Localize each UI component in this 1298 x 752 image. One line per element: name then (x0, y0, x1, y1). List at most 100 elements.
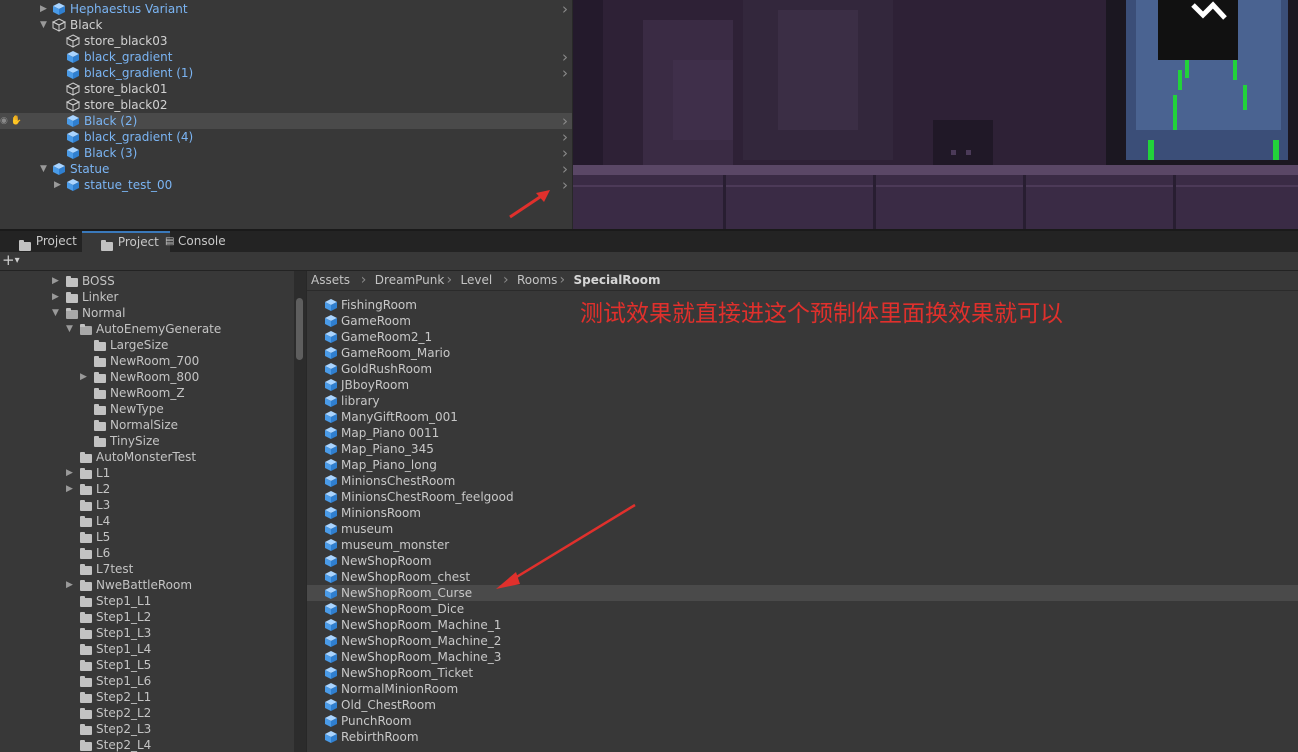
asset-item-label: MinionsChestRoom_feelgood (341, 490, 514, 504)
asset-item[interactable]: NormalMinionRoom (307, 681, 1298, 697)
folder-icon (94, 356, 106, 367)
chevron-right-icon[interactable]: › (562, 65, 568, 81)
tab-project-1[interactable]: Project (0, 231, 86, 252)
expand-open-icon[interactable]: ▼ (52, 305, 59, 321)
gameobject-cube-icon (65, 34, 81, 48)
asset-item[interactable]: MinionsChestRoom_feelgood (307, 489, 1298, 505)
asset-item[interactable]: RebirthRoom (307, 729, 1298, 745)
annotation-arrow-top (509, 190, 550, 219)
expand-closed-icon[interactable]: ▶ (80, 369, 87, 385)
hierarchy-item[interactable]: ▶ Hephaestus Variant › (0, 1, 572, 17)
tab-console[interactable]: ▤ Console (162, 231, 258, 252)
expand-open-icon[interactable]: ▼ (66, 321, 73, 337)
asset-item[interactable]: library (307, 393, 1298, 409)
prefab-cube-icon (324, 362, 338, 376)
expand-closed-icon[interactable]: ▶ (52, 289, 59, 305)
hierarchy-item-label: Hephaestus Variant (70, 2, 188, 16)
visibility-icon[interactable]: ◉ ✋ (0, 113, 22, 129)
asset-item[interactable]: museum (307, 521, 1298, 537)
asset-item[interactable]: museum_monster (307, 537, 1298, 553)
hierarchy-item[interactable]: store_black01 (0, 81, 572, 97)
asset-item[interactable]: Map_Piano 0011 (307, 425, 1298, 441)
asset-item[interactable]: PunchRoom (307, 713, 1298, 729)
expand-closed-icon[interactable]: ▶ (66, 577, 73, 593)
hierarchy-item[interactable]: ▶ statue_test_00 › (0, 177, 572, 193)
breadcrumb-item[interactable]: Level (461, 271, 493, 290)
folder-label: Linker (82, 290, 119, 304)
asset-item[interactable]: NewShopRoom_chest (307, 569, 1298, 585)
breadcrumb-item[interactable]: DreamPunk (375, 271, 445, 290)
breadcrumb-item[interactable]: SpecialRoom (574, 271, 661, 290)
asset-item[interactable]: Map_Piano_long (307, 457, 1298, 473)
tab-project-2[interactable]: Project (82, 231, 170, 254)
breadcrumb-item[interactable]: Assets (311, 271, 350, 290)
expand-closed-icon[interactable]: ▶ (40, 1, 47, 17)
prefab-cube-icon (324, 410, 338, 424)
asset-item[interactable]: GoldRushRoom (307, 361, 1298, 377)
tab-label: Project (35, 234, 77, 248)
folder-icon (80, 692, 92, 703)
asset-item-label: GameRoom (341, 314, 411, 328)
prefab-cube-icon (324, 330, 338, 344)
asset-item[interactable]: MinionsChestRoom (307, 473, 1298, 489)
scene-view[interactable] (573, 0, 1298, 229)
asset-item[interactable]: MinionsRoom (307, 505, 1298, 521)
asset-item[interactable]: NewShopRoom_Machine_2 (307, 633, 1298, 649)
tree-scrollbar-thumb[interactable] (296, 298, 303, 360)
asset-item-label: Map_Piano 0011 (341, 426, 440, 440)
expand-open-icon[interactable]: ▼ (40, 17, 47, 33)
add-button[interactable]: +▾ (2, 251, 20, 269)
expand-closed-icon[interactable]: ▶ (54, 177, 61, 193)
chevron-right-icon[interactable]: › (562, 113, 568, 129)
hierarchy-item[interactable]: Black (3) › (0, 145, 572, 161)
hierarchy-item[interactable]: store_black02 (0, 97, 572, 113)
hierarchy-item[interactable]: Black (2) › ◉ ✋ (0, 113, 572, 129)
hierarchy-item[interactable]: black_gradient › (0, 49, 572, 65)
asset-item[interactable]: NewShopRoom_Dice (307, 601, 1298, 617)
asset-item[interactable]: GameRoom2_1 (307, 329, 1298, 345)
tab-label: Project (117, 235, 159, 249)
asset-item-label: FishingRoom (341, 298, 417, 312)
folder-icon (80, 516, 92, 527)
asset-item[interactable]: GameRoom_Mario (307, 345, 1298, 361)
breadcrumb-item[interactable]: Rooms (517, 271, 557, 290)
asset-item[interactable]: ManyGiftRoom_001 (307, 409, 1298, 425)
breadcrumb-separator-icon: › (559, 272, 566, 288)
folder-label: Step1_L2 (96, 610, 152, 624)
asset-item[interactable]: NewShopRoom_Ticket (307, 665, 1298, 681)
expand-open-icon[interactable]: ▼ (40, 161, 47, 177)
hierarchy-item[interactable]: black_gradient (1) › (0, 65, 572, 81)
prefab-cube-icon (66, 50, 80, 64)
hierarchy-item[interactable]: store_black03 (0, 33, 572, 49)
expand-closed-icon[interactable]: ▶ (52, 273, 59, 289)
asset-item[interactable]: NewShopRoom_Curse (307, 585, 1298, 601)
chevron-right-icon[interactable]: › (562, 49, 568, 65)
asset-item[interactable]: JBboyRoom (307, 377, 1298, 393)
folder-label: Step2_L3 (96, 722, 152, 736)
expand-closed-icon[interactable]: ▶ (66, 481, 73, 497)
gameobject-cube-icon (65, 98, 81, 112)
asset-item[interactable]: Map_Piano_345 (307, 441, 1298, 457)
chevron-right-icon[interactable]: › (562, 177, 568, 193)
folder-icon (66, 308, 78, 319)
prefab-cube-icon (324, 426, 338, 440)
chevron-right-icon[interactable]: › (562, 1, 568, 17)
folder-label: L7test (96, 562, 134, 576)
chevron-right-icon[interactable]: › (562, 161, 568, 177)
asset-item[interactable]: NewShopRoom_Machine_1 (307, 617, 1298, 633)
hierarchy-item-label: Black (2) (84, 114, 138, 128)
folder-icon (80, 548, 92, 559)
folder-label: LargeSize (110, 338, 169, 352)
hierarchy-item[interactable]: ▼ Black (0, 17, 572, 33)
asset-item[interactable]: Old_ChestRoom (307, 697, 1298, 713)
hierarchy-item[interactable]: black_gradient (4) › (0, 129, 572, 145)
asset-item-label: GameRoom_Mario (341, 346, 451, 360)
hierarchy-item[interactable]: ▼ Statue › (0, 161, 572, 177)
chevron-right-icon[interactable]: › (562, 129, 568, 145)
gameobject-cube-icon (51, 18, 67, 32)
asset-item[interactable]: NewShopRoom (307, 553, 1298, 569)
expand-closed-icon[interactable]: ▶ (66, 465, 73, 481)
prefab-cube-icon (324, 586, 338, 600)
chevron-right-icon[interactable]: › (562, 145, 568, 161)
asset-item[interactable]: NewShopRoom_Machine_3 (307, 649, 1298, 665)
